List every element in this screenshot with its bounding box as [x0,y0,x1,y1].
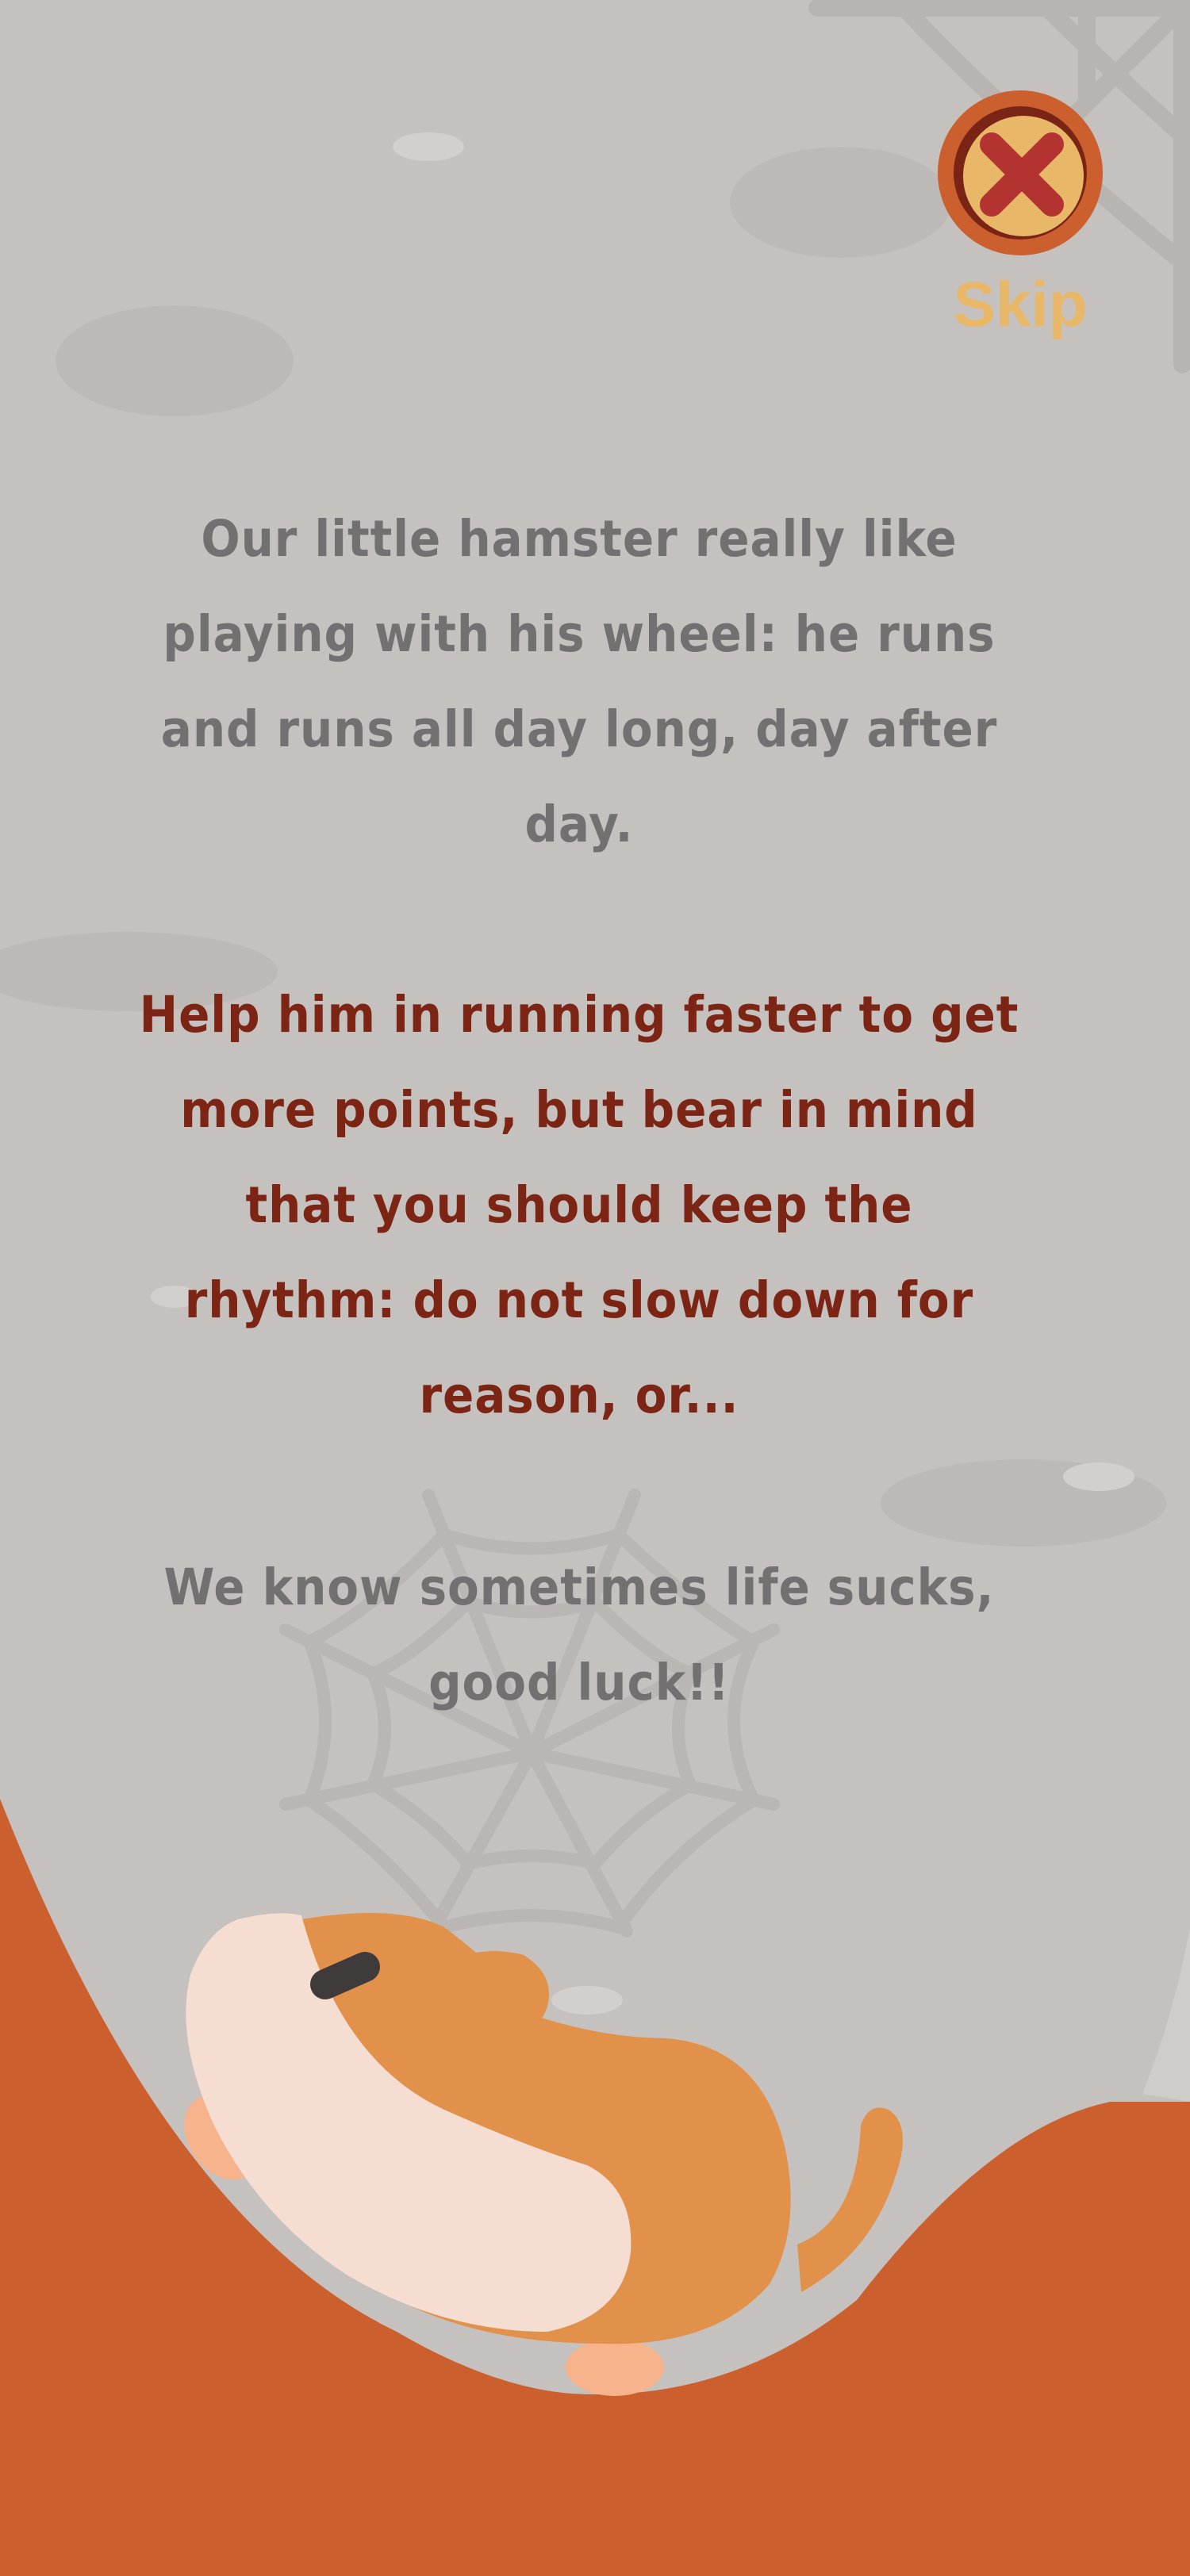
wheel-edge [1142,1927,1190,2102]
skip-button[interactable]: Skip [928,86,1119,355]
close-x-icon [938,90,1103,255]
intro-paragraph-3: We know sometimes life sucks, good luck!… [163,1558,995,1712]
hamster-wheel-scene [0,1799,1190,2576]
skip-label: Skip [953,269,1088,339]
intro-paragraph-2: Help him in running faster to get more p… [139,986,1019,1424]
intro-paragraph-1: Our little hamster really like playing w… [160,510,998,853]
